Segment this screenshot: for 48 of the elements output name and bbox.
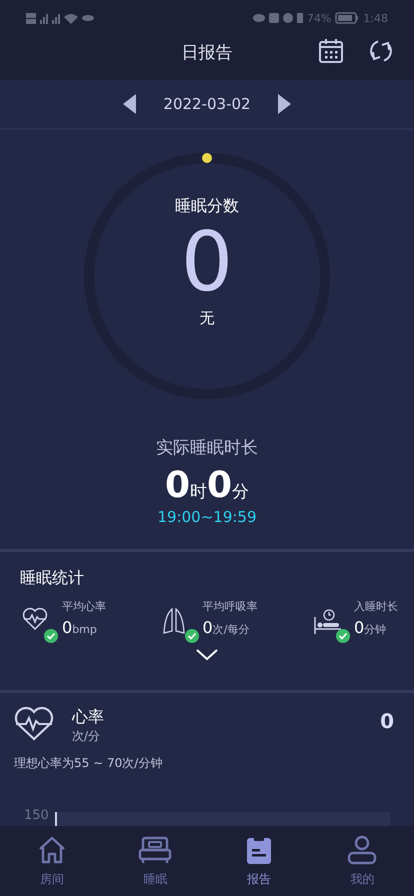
bed-clock-icon (314, 607, 342, 636)
stat-label: 入睡时长 (354, 599, 398, 614)
clock: 1:48 (363, 12, 388, 24)
calendar-icon[interactable] (318, 38, 344, 64)
nav-tab[interactable]: 我的 (322, 830, 402, 892)
heart-rate-title: 心率 (72, 707, 104, 728)
section-title: 睡眠统计 (19, 568, 85, 590)
expand-chevron-button[interactable] (196, 649, 218, 662)
page-title: 日报告 (182, 42, 232, 64)
stat-unit: bmp (72, 623, 97, 636)
refresh-icon[interactable] (368, 38, 394, 64)
duration-hours: 0 (164, 464, 190, 506)
stat-unit: 分钟 (364, 622, 386, 638)
heart-rate-unit: 次/分 (72, 728, 102, 746)
battery-percent: 74% (306, 12, 332, 24)
stat-value: 0 (62, 618, 72, 638)
stat-value: 0 (354, 618, 364, 638)
battery-icon (335, 12, 360, 24)
report-date: 2022-03-02 (163, 94, 251, 113)
stat-unit: 次/每分 (212, 622, 250, 638)
duration-minutes: 0 (207, 464, 232, 506)
duration-label: 实际睡眠时长 (156, 436, 258, 459)
sleep-score: 0 (180, 216, 234, 309)
previous-day-button[interactable] (123, 94, 138, 114)
score-marker (202, 152, 212, 163)
wifi-icon (64, 12, 78, 24)
score-label: 睡眠分数 (175, 196, 239, 217)
heart-rate-note: 理想心率为55 ~ 70次/分钟 (14, 755, 164, 772)
user-icon (347, 834, 378, 865)
score-grade: 无 (200, 308, 214, 328)
stat-label: 平均心率 (62, 599, 106, 614)
minutes-unit: 分 (232, 480, 250, 503)
stat-value: 0 (202, 618, 213, 638)
axis-label: 150 (24, 808, 49, 824)
signal-icon (52, 12, 60, 24)
hours-unit: 时 (190, 480, 207, 503)
nav-tab[interactable]: 房间 (12, 830, 92, 892)
heart-rate-value: 0 (380, 709, 395, 734)
signal-icon (40, 12, 48, 24)
sleep-time-range: 19:00~19:59 (157, 508, 257, 526)
stat-label: 平均呼吸率 (202, 599, 258, 614)
heart-pulse-icon (22, 607, 48, 632)
heart-pulse-icon (14, 707, 54, 742)
nav-tab[interactable]: 报告 (218, 830, 299, 892)
nav-tab[interactable]: 睡眠 (115, 830, 196, 892)
next-day-button[interactable] (276, 94, 291, 114)
bed-icon (138, 834, 172, 865)
home-icon (36, 834, 67, 865)
